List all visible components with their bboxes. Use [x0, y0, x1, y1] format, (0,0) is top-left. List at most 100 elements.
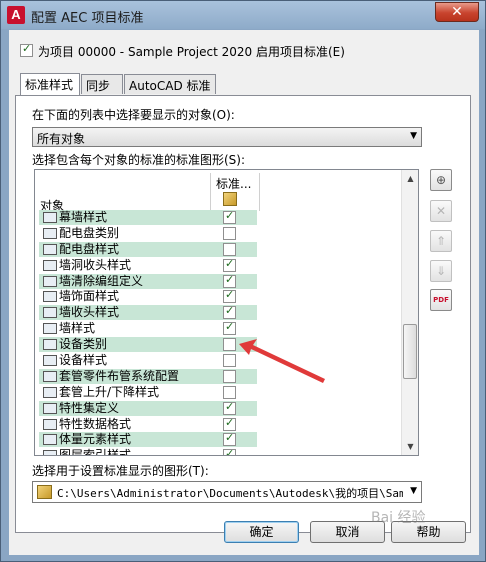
- list-item-label: 特性集定义: [59, 400, 120, 415]
- list-item-label: 墙洞收头样式: [59, 257, 132, 272]
- list-rows: 幕墙样式配电盘类别配电盘样式墙洞收头样式墙清除编组定义墙饰面样式墙收头样式墙样式…: [35, 209, 403, 455]
- drawing-file-icon: [223, 192, 237, 206]
- pdf-icon: PDF: [433, 296, 449, 304]
- list-item[interactable]: 配电盘样式: [35, 241, 403, 258]
- column-header-standard[interactable]: 标准...: [210, 173, 260, 211]
- list-item[interactable]: 墙洞收头样式: [35, 257, 403, 274]
- standard-checkbox[interactable]: [223, 338, 236, 352]
- standards-list[interactable]: 对象 标准... 幕墙样式配电盘类别配电盘样式墙洞收头样式墙清除编组定义墙饰面样…: [34, 169, 419, 456]
- dialog-window: A 配置 AEC 项目标准 ✕ 为项目 00000 - Sample Proje…: [0, 0, 486, 562]
- list-item-label: 墙收头样式: [59, 305, 120, 320]
- tab-standard-styles[interactable]: 标准样式: [20, 73, 80, 95]
- list-item-label: 套管上升/下降样式: [59, 384, 160, 399]
- autocad-logo-icon: A: [7, 6, 25, 24]
- tab-autocad-standards[interactable]: AutoCAD 标准: [124, 74, 216, 94]
- standard-checkbox[interactable]: [223, 369, 236, 383]
- list-item-label: 墙清除编组定义: [59, 273, 144, 288]
- standard-checkbox[interactable]: [223, 273, 236, 288]
- sleeve-rise-drop-icon: [43, 386, 57, 398]
- move-down-button[interactable]: ⇓: [430, 260, 452, 282]
- pdf-button[interactable]: PDF: [430, 289, 452, 311]
- list-item-label: 体量元素样式: [59, 432, 132, 447]
- scrollbar-thumb[interactable]: [403, 324, 417, 379]
- enable-standards-checkbox[interactable]: [20, 42, 33, 57]
- curtain-wall-icon: [43, 212, 57, 223]
- display-drawing-path: C:\Users\Administrator\Documents\Autodes…: [57, 487, 403, 500]
- panel-category-icon: [43, 227, 57, 239]
- list-item-label: 设备样式: [59, 353, 108, 368]
- object-type-dropdown[interactable]: 所有对象 ▼: [32, 127, 422, 147]
- device-style-icon: [43, 355, 57, 367]
- mass-element-icon: [43, 434, 57, 446]
- standard-checkbox[interactable]: [223, 304, 236, 320]
- list-item[interactable]: 配电盘类别: [35, 226, 403, 242]
- drawing-file-icon: [37, 485, 52, 499]
- move-up-icon: ⇑: [435, 234, 447, 248]
- list-item[interactable]: 设备样式: [35, 353, 403, 369]
- remove-drawing-button[interactable]: ✕: [430, 200, 452, 222]
- list-item-label: 配电盘样式: [59, 241, 120, 256]
- list-item[interactable]: 套管上升/下降样式: [35, 385, 403, 401]
- standard-checkbox[interactable]: [223, 400, 236, 415]
- move-up-button[interactable]: ⇑: [430, 230, 452, 252]
- list-item[interactable]: 特性数据格式: [35, 416, 403, 433]
- close-button[interactable]: ✕: [435, 2, 479, 22]
- scroll-up-arrow-icon[interactable]: ▲: [403, 171, 418, 186]
- list-item-label: 墙样式: [59, 321, 96, 336]
- wall-cleanup-icon: [43, 275, 57, 287]
- standard-checkbox[interactable]: [223, 257, 236, 272]
- list-item[interactable]: 墙收头样式: [35, 304, 403, 321]
- standard-checkbox[interactable]: [223, 385, 236, 399]
- device-category-icon: [43, 339, 57, 351]
- display-drawing-label: 选择用于设置标准显示的图形(T):: [32, 464, 209, 478]
- list-item[interactable]: 墙清除编组定义: [35, 273, 403, 290]
- list-item[interactable]: 幕墙样式: [35, 209, 403, 226]
- wall-opening-icon: [43, 259, 57, 271]
- list-item[interactable]: 特性集定义: [35, 400, 403, 417]
- ok-button[interactable]: 确定: [224, 521, 299, 543]
- list-item[interactable]: 墙样式: [35, 320, 403, 337]
- list-item[interactable]: 体量元素样式: [35, 431, 403, 448]
- display-drawing-dropdown[interactable]: C:\Users\Administrator\Documents\Autodes…: [32, 481, 422, 503]
- title-bar[interactable]: A 配置 AEC 项目标准 ✕: [1, 1, 485, 29]
- watermark: Bai 经验: [371, 510, 426, 526]
- vertical-scrollbar[interactable]: ▲ ▼: [401, 170, 418, 455]
- move-down-icon: ⇓: [435, 264, 447, 278]
- layer-index-icon: [43, 450, 57, 455]
- wall-finish-icon: [43, 291, 57, 303]
- object-select-label: 在下面的列表中选择要显示的对象(O):: [32, 108, 235, 122]
- red-annotation-arrow-icon: [239, 339, 325, 383]
- wall-style-icon: [43, 323, 57, 335]
- standard-checkbox[interactable]: [223, 320, 236, 336]
- list-item[interactable]: 套管零件布管系统配置: [35, 368, 403, 385]
- list-item[interactable]: 图层索引样式: [35, 447, 403, 455]
- list-item[interactable]: 墙饰面样式: [35, 288, 403, 305]
- standard-checkbox[interactable]: [223, 354, 236, 368]
- add-drawing-icon: ⊕: [435, 173, 447, 187]
- object-type-value: 所有对象: [37, 132, 86, 146]
- list-item-label: 幕墙样式: [59, 210, 108, 224]
- property-format-icon: [43, 418, 57, 430]
- list-item-label: 设备类别: [59, 337, 108, 352]
- standard-checkbox[interactable]: [223, 226, 236, 240]
- enable-standards-label: 为项目 00000 - Sample Project 2020 启用项目标准(E…: [38, 45, 345, 59]
- list-item-label: 墙饰面样式: [59, 289, 120, 304]
- standard-checkbox[interactable]: [223, 242, 236, 256]
- standard-checkbox[interactable]: [223, 431, 236, 447]
- scroll-down-arrow-icon[interactable]: ▼: [403, 439, 418, 454]
- standard-checkbox[interactable]: [223, 447, 236, 455]
- list-item[interactable]: 设备类别: [35, 337, 403, 353]
- panel-style-icon: [43, 243, 57, 255]
- list-item-label: 特性数据格式: [59, 416, 132, 431]
- standard-checkbox[interactable]: [223, 416, 236, 431]
- standard-checkbox[interactable]: [223, 288, 236, 304]
- add-drawing-button[interactable]: ⊕: [430, 169, 452, 191]
- sleeve-config-icon: [43, 370, 57, 382]
- remove-drawing-icon: ✕: [435, 204, 447, 218]
- standards-list-label: 选择包含每个对象的标准的标准图形(S):: [32, 153, 246, 167]
- column-header-standard-label: 标准...: [216, 177, 252, 191]
- tab-sync[interactable]: 同步: [81, 74, 123, 94]
- wall-endcap-icon: [43, 307, 57, 319]
- standard-checkbox[interactable]: [223, 209, 236, 224]
- list-item-label: 套管零件布管系统配置: [59, 368, 180, 383]
